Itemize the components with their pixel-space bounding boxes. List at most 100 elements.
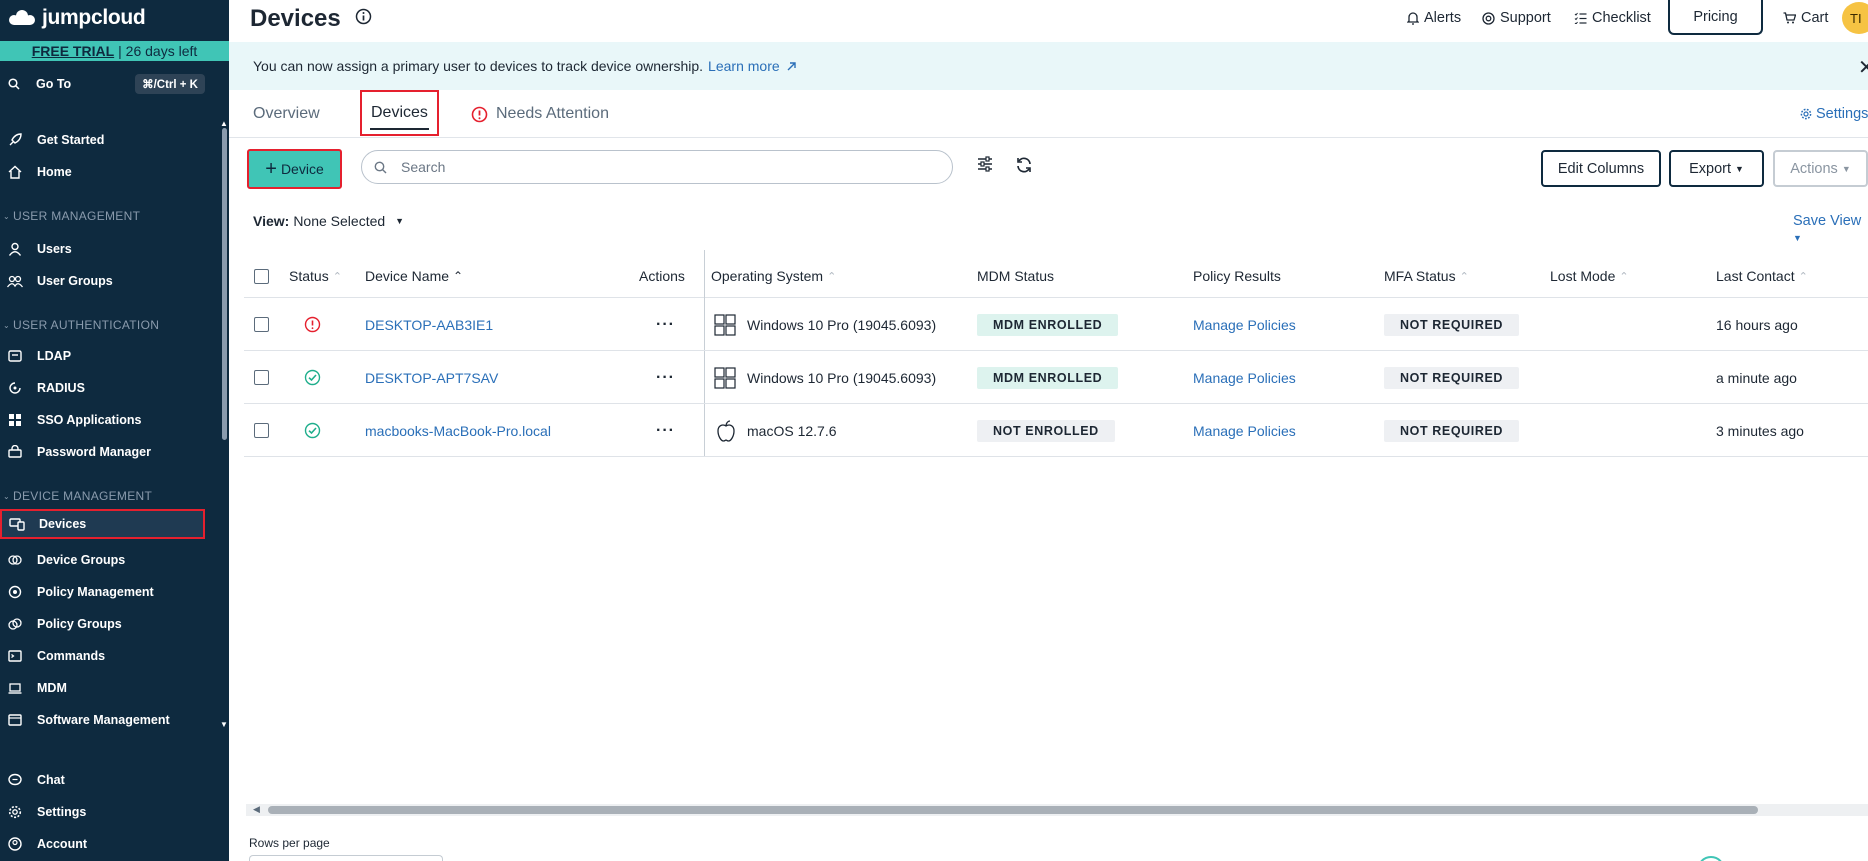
- sidebar-item-policy-management[interactable]: Policy Management: [0, 577, 229, 607]
- pricing-button[interactable]: Pricing: [1668, 0, 1763, 35]
- search-field[interactable]: [361, 150, 953, 184]
- laptop-icon: [7, 680, 23, 696]
- col-label: Status: [289, 268, 329, 284]
- sidebar-item-users[interactable]: Users: [0, 234, 229, 264]
- sidebar-item-commands[interactable]: Commands: [0, 641, 229, 671]
- cart-link[interactable]: Cart: [1783, 8, 1828, 28]
- sidebar-item-get-started[interactable]: Get Started: [0, 125, 229, 155]
- cart-icon: [1783, 12, 1796, 24]
- col-last-contact[interactable]: Last Contact ⌃: [1716, 254, 1808, 298]
- sidebar-item-device-groups[interactable]: Device Groups: [0, 545, 229, 575]
- select-all-checkbox-cell[interactable]: [254, 254, 269, 298]
- alerts-label: Alerts: [1424, 10, 1462, 26]
- section-label: USER MANAGEMENT: [13, 209, 141, 223]
- horizontal-scrollbar-thumb[interactable]: [268, 806, 1758, 814]
- status-ok-icon: [304, 404, 321, 457]
- scroll-left-icon[interactable]: ◀: [253, 804, 260, 815]
- support-link[interactable]: Support: [1482, 8, 1551, 28]
- tab-needs-attention[interactable]: Needs Attention: [471, 90, 609, 138]
- select-all-checkbox[interactable]: [254, 268, 269, 284]
- sort-asc-icon: ⌃: [453, 269, 464, 283]
- user-avatar[interactable]: TI: [1842, 2, 1868, 34]
- info-icon[interactable]: [355, 8, 372, 28]
- tab-devices[interactable]: Devices: [360, 90, 439, 136]
- save-view-link[interactable]: Save View ▼: [1793, 213, 1868, 245]
- tab-settings-link[interactable]: Settings: [1800, 106, 1868, 122]
- section-device-management[interactable]: ⌄ DEVICE MANAGEMENT: [0, 489, 152, 503]
- external-link-icon[interactable]: [786, 61, 797, 72]
- sidebar-item-account[interactable]: Account: [0, 829, 229, 859]
- col-os[interactable]: Operating System ⌃: [711, 254, 836, 298]
- checklist-link[interactable]: Checklist: [1574, 8, 1651, 28]
- sidebar-item-password-manager[interactable]: Password Manager: [0, 437, 229, 467]
- rows-per-page-select[interactable]: [249, 855, 443, 861]
- row-checkbox-cell[interactable]: [254, 298, 269, 351]
- help-widget-icon[interactable]: [1697, 856, 1725, 861]
- device-name-link[interactable]: macbooks-MacBook-Pro.local: [365, 404, 551, 457]
- sidebar-item-radius[interactable]: RADIUS: [0, 373, 229, 403]
- row-checkbox-cell[interactable]: [254, 351, 269, 404]
- manage-policies-link[interactable]: Manage Policies: [1193, 298, 1296, 351]
- brand-logo[interactable]: jumpcloud: [7, 6, 146, 30]
- sidebar-item-label: Policy Groups: [37, 617, 122, 631]
- tab-overview[interactable]: Overview: [253, 90, 320, 138]
- sidebar-item-home[interactable]: Home: [0, 157, 229, 187]
- section-user-authentication[interactable]: ⌄ USER AUTHENTICATION: [0, 318, 159, 332]
- manage-policies-link[interactable]: Manage Policies: [1193, 404, 1296, 457]
- row-actions-menu-icon[interactable]: ···: [656, 404, 675, 457]
- export-button[interactable]: Export ▼: [1669, 150, 1764, 187]
- edit-columns-button[interactable]: Edit Columns: [1541, 150, 1661, 187]
- table-row[interactable]: DESKTOP-AAB3IE1 ··· Windows 10 Pro (1904…: [244, 298, 1868, 351]
- sidebar-item-label: LDAP: [37, 349, 72, 363]
- refresh-icon[interactable]: [1015, 156, 1033, 177]
- sidebar-item-user-groups[interactable]: User Groups: [0, 266, 229, 296]
- save-view-label: Save View: [1793, 213, 1862, 229]
- sidebar-item-ldap[interactable]: LDAP: [0, 341, 229, 371]
- mdm-status-cell: NOT ENROLLED: [977, 404, 1115, 457]
- learn-more-link[interactable]: Learn more: [708, 58, 780, 74]
- table-row[interactable]: macbooks-MacBook-Pro.local ··· macOS 12.…: [244, 404, 1868, 457]
- sidebar-item-mdm[interactable]: MDM: [0, 673, 229, 703]
- gear-icon: [7, 804, 23, 820]
- close-icon[interactable]: ✕: [1858, 55, 1868, 80]
- last-contact: 3 minutes ago: [1716, 422, 1804, 439]
- sidebar-item-label: Chat: [37, 773, 65, 787]
- sidebar-item-software-management[interactable]: Software Management: [0, 705, 229, 735]
- chevron-down-icon: ⌄: [3, 320, 11, 330]
- password-icon: [7, 444, 23, 460]
- row-actions-menu-icon[interactable]: ···: [656, 298, 675, 351]
- row-checkbox[interactable]: [254, 423, 269, 438]
- goto-search[interactable]: Go To ⌘/Ctrl + K: [0, 71, 229, 97]
- actions-button[interactable]: Actions ▼: [1773, 150, 1868, 187]
- row-actions-menu-icon[interactable]: ···: [656, 351, 675, 404]
- free-trial-banner[interactable]: FREE TRIAL | 26 days left: [0, 41, 229, 61]
- alerts-link[interactable]: Alerts: [1407, 8, 1461, 28]
- sidebar-item-settings[interactable]: Settings: [0, 797, 229, 827]
- col-lost-mode[interactable]: Lost Mode ⌃: [1550, 254, 1629, 298]
- col-mfa-status[interactable]: MFA Status ⌃: [1384, 254, 1469, 298]
- sidebar-item-chat[interactable]: Chat: [0, 765, 229, 795]
- col-status[interactable]: Status ⌃: [289, 254, 342, 298]
- manage-policies-link[interactable]: Manage Policies: [1193, 351, 1296, 404]
- table-row[interactable]: DESKTOP-APT7SAV ··· Windows 10 Pro (1904…: [244, 351, 1868, 404]
- sidebar-item-policy-groups[interactable]: Policy Groups: [0, 609, 229, 639]
- row-checkbox-cell[interactable]: [254, 404, 269, 457]
- row-checkbox[interactable]: [254, 370, 269, 385]
- col-device-name[interactable]: Device Name ⌃: [365, 254, 463, 298]
- row-checkbox[interactable]: [254, 317, 269, 332]
- policy-icon: [7, 584, 23, 600]
- device-name-link[interactable]: DESKTOP-AAB3IE1: [365, 298, 493, 351]
- filter-sliders-icon[interactable]: [977, 156, 993, 175]
- device-name-link[interactable]: DESKTOP-APT7SAV: [365, 351, 498, 404]
- sidebar-item-label: Users: [37, 242, 72, 256]
- sidebar-item-devices[interactable]: Devices: [0, 509, 205, 539]
- radius-icon: [7, 380, 23, 396]
- sidebar-item-sso-applications[interactable]: SSO Applications: [0, 405, 229, 435]
- search-icon: [8, 78, 20, 90]
- view-selector[interactable]: View: None Selected ▼: [253, 213, 404, 229]
- caret-down-icon: ▼: [1793, 233, 1802, 243]
- free-trial-label[interactable]: FREE TRIAL: [32, 43, 114, 59]
- add-device-button[interactable]: + Device: [247, 149, 342, 189]
- search-input[interactable]: [401, 159, 921, 175]
- section-user-management[interactable]: ⌄ USER MANAGEMENT: [0, 209, 140, 223]
